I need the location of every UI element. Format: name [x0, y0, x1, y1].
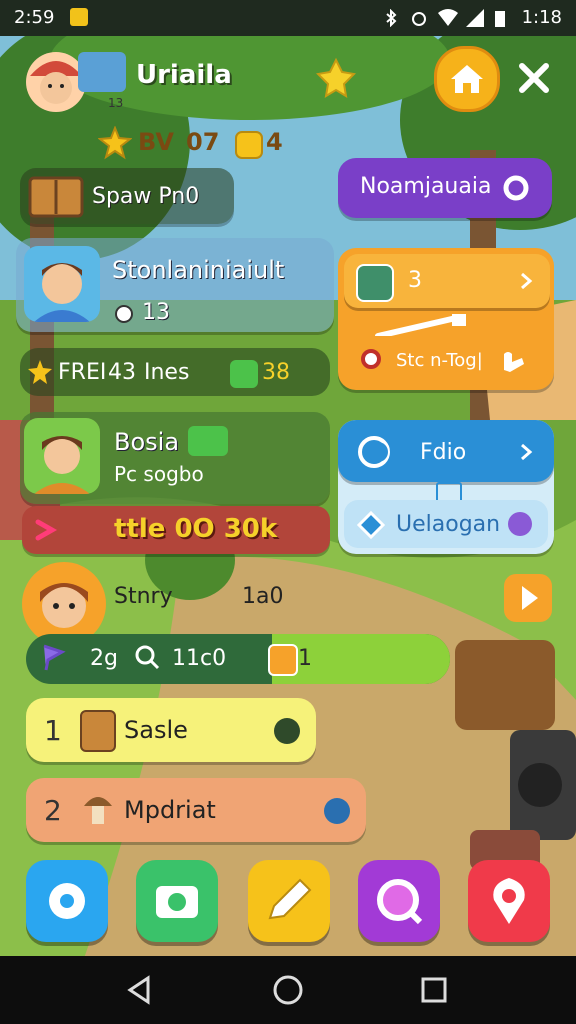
settings-button[interactable]	[26, 860, 108, 942]
clock-icon	[508, 512, 532, 536]
tool-label: Stc n-Tog|	[396, 350, 483, 371]
search-timer-icon	[134, 644, 160, 670]
progress-coins: 1	[298, 646, 312, 671]
wifi-icon	[437, 8, 458, 27]
book-icon	[28, 172, 84, 220]
badge-icon	[188, 426, 228, 456]
gem-icon	[230, 360, 258, 388]
battery-icon	[494, 9, 512, 27]
back-icon[interactable]	[122, 972, 158, 1008]
gold-star-icon	[26, 358, 54, 386]
player3-name: Stnry	[114, 584, 173, 609]
stats-unit: Ines	[144, 360, 190, 385]
task-label-1: Sasle	[124, 716, 188, 744]
cube-icon	[356, 264, 394, 302]
location-button[interactable]	[468, 860, 550, 942]
paw-icon	[110, 298, 138, 326]
status-clock: 1:18	[521, 7, 562, 28]
player-avatar[interactable]	[26, 52, 86, 112]
stats-gems: 38	[262, 360, 290, 385]
friend-score: 13	[142, 300, 170, 325]
coin-icon	[268, 644, 298, 676]
event-banner-label: ttle 0O 30k	[114, 514, 278, 544]
chevron-right-icon	[516, 440, 536, 464]
status-time: 2:59	[14, 7, 55, 28]
pencil-icon	[268, 878, 312, 920]
player3-score: 1a0	[242, 584, 284, 609]
recents-icon[interactable]	[416, 972, 452, 1008]
home-icon[interactable]	[434, 46, 500, 112]
task-arrow-icon-1	[274, 718, 300, 744]
camera-button[interactable]	[136, 860, 218, 942]
mushroom-icon	[82, 788, 114, 828]
diamond-icon	[356, 510, 386, 540]
search-icon	[377, 879, 423, 925]
pin-icon	[493, 878, 525, 924]
edit-button[interactable]	[248, 860, 330, 942]
task-rank-1: 1	[44, 714, 62, 747]
ring-icon	[502, 174, 530, 202]
friend-name: Stonlaniniaiult	[112, 256, 285, 284]
alarm-icon	[410, 9, 428, 27]
play-button[interactable]	[504, 574, 552, 622]
hand-icon	[498, 344, 528, 374]
task-label-2: Mpdriat	[124, 796, 216, 824]
signal-icon	[465, 8, 484, 27]
blue-panel-title: Fdio	[420, 440, 467, 465]
stats-count: 43	[108, 360, 136, 385]
gear-icon	[49, 883, 85, 919]
player-thumbnail	[78, 52, 126, 92]
home-circle-icon[interactable]	[270, 972, 306, 1008]
status-bar: 2:59 1:18	[0, 0, 576, 36]
barrel-icon	[80, 710, 116, 752]
progress-level: 2g	[90, 646, 118, 671]
flag-pennant-icon	[38, 642, 68, 672]
friend-avatar	[24, 246, 100, 322]
primary-action-label: Noamjauaia	[360, 174, 492, 199]
notification-icon	[70, 8, 88, 26]
quest-book-label: Spaw Pn0	[92, 184, 200, 209]
hearts-value: 07	[186, 128, 220, 156]
task-arrow-icon-2	[324, 798, 350, 824]
refresh-icon	[356, 434, 392, 470]
coin-stack-icon	[234, 128, 264, 160]
player-level: 13	[108, 96, 124, 110]
star-icon	[97, 125, 133, 160]
player2-avatar	[24, 418, 100, 494]
task-rank-2: 2	[44, 794, 62, 827]
sun-bell-icon[interactable]	[315, 56, 357, 100]
search-button[interactable]	[358, 860, 440, 942]
arrow-right-icon	[32, 516, 60, 544]
camera-icon	[156, 886, 198, 918]
orange-panel-value: 3	[408, 268, 422, 293]
chevron-right-icon	[516, 270, 536, 292]
system-nav-bar	[0, 956, 576, 1024]
bluetooth-icon	[382, 8, 400, 27]
blue-panel-action-label: Uelaogan	[396, 512, 501, 537]
close-icon[interactable]	[514, 58, 554, 98]
player2-name: Bosia	[114, 428, 180, 456]
ring-small-icon	[360, 348, 382, 370]
stars-value: BV	[138, 128, 174, 156]
coins-value: 4	[266, 128, 283, 156]
player2-subtitle: Pc sogbo	[114, 462, 204, 486]
progress-timer: 11c0	[172, 646, 227, 671]
stats-stars: FREI	[58, 360, 107, 385]
player-name: Uriaila	[136, 60, 232, 90]
